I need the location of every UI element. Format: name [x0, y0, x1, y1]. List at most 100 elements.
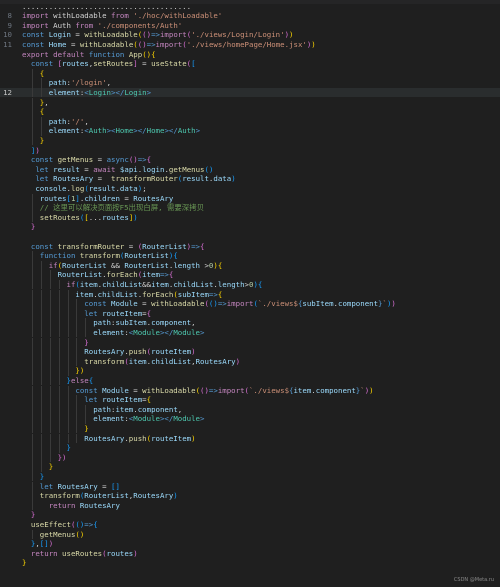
code-token: = — [124, 241, 138, 251]
code-line[interactable]: 10 const Login = withLoadable(()=>import(… — [0, 30, 293, 40]
code-line[interactable]: 11 const Home = withLoadable(()=>import('… — [0, 40, 316, 50]
code-line[interactable]: } — [0, 443, 71, 453]
code-line[interactable]: return RoutesAry — [0, 501, 120, 511]
code-line[interactable]: const getMenus = async()=>{ — [0, 155, 151, 165]
code-line[interactable]: path:'/', — [0, 117, 89, 127]
code-line[interactable]: export default function App(){ — [0, 50, 156, 60]
code-line[interactable]: } — [0, 462, 53, 472]
code-line[interactable]: { — [0, 69, 44, 79]
code-token: push — [128, 347, 147, 357]
code-line[interactable]: }) — [0, 366, 84, 376]
code-line[interactable]: 12 element:<Login></Login> — [0, 87, 500, 98]
indent-guide — [31, 87, 33, 98]
code-line[interactable]: let RoutesAry = [] — [0, 482, 120, 492]
code-line[interactable]: 9 import Auth from './components/Auth' — [0, 21, 183, 31]
code-editor[interactable]: ...................................... 8 i… — [0, 0, 500, 587]
indent-guide — [31, 260, 33, 271]
code-token: => — [217, 299, 227, 309]
code-line[interactable]: setRoutes([...routes]) — [0, 213, 138, 223]
code-line[interactable]: 8 import withLoadable from './hoc/withLoa… — [0, 11, 223, 21]
code-text: { — [22, 107, 44, 116]
code-line[interactable]: console.log(result.data); — [0, 183, 146, 194]
indent-guide — [58, 404, 60, 415]
code-line[interactable]: } — [0, 136, 44, 146]
code-line[interactable]: } — [0, 510, 35, 520]
code-text: const [routes,setRoutes] = useState([ — [22, 59, 196, 68]
code-token: => — [137, 155, 147, 165]
indent-guide — [67, 318, 69, 328]
code-token: => — [159, 270, 169, 280]
code-token: ) — [173, 491, 178, 501]
code-line[interactable] — [0, 232, 22, 242]
code-line[interactable]: if(item.childList&&item.childList.length… — [0, 279, 263, 290]
code-line[interactable]: { — [0, 107, 44, 117]
code-token: if — [48, 260, 58, 270]
code-text: RoutesAry.push(routeItem) — [22, 347, 195, 357]
code-line[interactable] — [0, 578, 22, 587]
code-line[interactable]: const transformRouter = (RouterList)=>{ — [0, 241, 205, 252]
code-line[interactable]: if(RouterList && RouterList.length >0){ — [0, 260, 223, 271]
indent-guide — [40, 347, 42, 357]
code-token: } — [39, 471, 45, 481]
code-token: './views/Login/Login' — [191, 30, 285, 40]
code-token: } — [84, 423, 89, 433]
code-line[interactable]: transform(item.childList,RoutesAry) — [0, 357, 240, 367]
code-line[interactable]: getMenus() — [0, 530, 85, 540]
code-token: result — [88, 183, 116, 193]
code-token: } — [66, 443, 71, 453]
code-line[interactable]: element:<Module></Module> — [0, 328, 204, 338]
code-line[interactable]: ]) — [0, 146, 40, 156]
code-token: path — [93, 404, 111, 414]
code-line[interactable]: let result = await $api.login.getMenus() — [0, 165, 213, 175]
code-line[interactable]: }else{ — [0, 376, 94, 386]
indent-guide — [40, 395, 42, 405]
code-line[interactable]: path:item.component, — [0, 405, 182, 415]
indent-guide — [49, 414, 51, 424]
code-token: withLoadable — [79, 39, 134, 49]
indent-guide — [31, 270, 33, 280]
code-line[interactable]: }, — [0, 98, 49, 108]
code-line[interactable]: ...................................... — [0, 2, 191, 12]
indent-guide — [40, 289, 42, 300]
code-line[interactable]: RouterList.forEach(item=>{ — [0, 270, 174, 280]
code-line[interactable]: RoutesAry.push(routeItem) — [0, 347, 195, 357]
indent-guide — [58, 395, 60, 405]
code-token: Module — [173, 327, 201, 337]
code-token: transform — [39, 491, 80, 501]
code-line[interactable]: // 这里可以解决页面按F5出现白屏, 需要深拷贝 — [0, 203, 204, 213]
code-line[interactable]: useEffect(()=>{ — [0, 520, 98, 530]
code-line[interactable]: element:<Module></Module> — [0, 414, 204, 424]
code-line[interactable]: const Module = withLoadable(()=>import(`… — [0, 385, 373, 396]
code-line[interactable]: path:subItem.component, — [0, 318, 195, 328]
indent-guide — [40, 87, 42, 98]
code-line[interactable]: return useRoutes(routes) — [0, 549, 138, 559]
code-line[interactable]: let RoutesAry = transformRouter(result.d… — [0, 174, 235, 184]
indent-guide — [40, 270, 42, 280]
code-line[interactable]: } — [0, 558, 26, 568]
indent-guide — [40, 366, 42, 376]
code-line[interactable]: routes[1].children = RoutesAry — [0, 194, 174, 204]
code-line[interactable]: RoutesAry.push(routeItem) — [0, 434, 195, 444]
code-line[interactable]: function transform(RouterList){ — [0, 251, 178, 261]
code-text: console.log(result.data); — [22, 183, 146, 193]
code-line[interactable]: path:'/login', — [0, 78, 111, 88]
indent-guide — [49, 366, 51, 376]
code-token: Module — [111, 299, 138, 309]
indent-guide — [76, 404, 78, 415]
code-line[interactable]: } — [0, 222, 35, 232]
code-token: ) — [35, 145, 40, 155]
code-token: item — [79, 279, 98, 289]
code-line[interactable]: } — [0, 472, 44, 482]
code-line[interactable]: element:<Auth><Home></Home></Auth> — [0, 126, 200, 136]
indent-guide — [31, 375, 33, 386]
code-line[interactable]: transform(RouterList,RoutesAry) — [0, 491, 178, 501]
code-line[interactable] — [0, 568, 22, 578]
code-line[interactable]: item.childList.forEach(subItem=>{ — [0, 290, 222, 300]
indent-guide — [31, 529, 33, 540]
code-line[interactable]: }) — [0, 453, 67, 463]
code-token: import — [217, 385, 245, 395]
code-line[interactable]: },[]) — [0, 539, 53, 549]
indent-guide — [31, 97, 33, 108]
indent-guide — [49, 337, 51, 348]
code-line[interactable]: const [routes,setRoutes] = useState([ — [0, 59, 196, 69]
